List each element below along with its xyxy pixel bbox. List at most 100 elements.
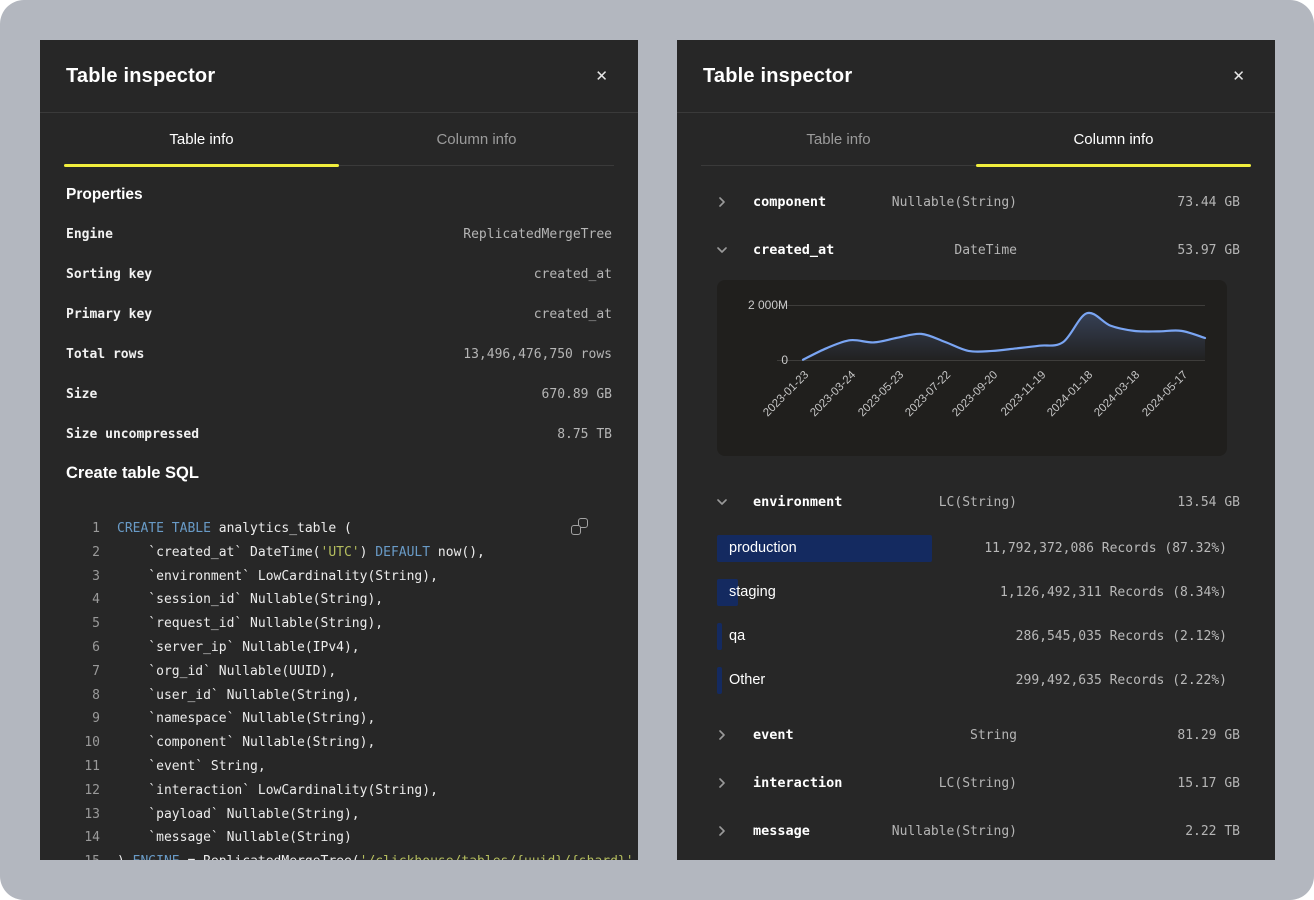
close-icon[interactable]: ✕ bbox=[591, 65, 612, 88]
y-axis-label-zero: 0 bbox=[738, 353, 788, 367]
sql-text: `interaction` LowCardinality(String), bbox=[117, 779, 438, 803]
line-number: 1 bbox=[66, 517, 100, 541]
value-bar-track: qa bbox=[717, 623, 930, 650]
property-label: Primary key bbox=[66, 307, 152, 322]
y-axis-label-max: 2 000M bbox=[738, 298, 788, 312]
sql-text: ) ENGINE = ReplicatedMergeTree('/clickho… bbox=[117, 850, 634, 860]
property-row: Total rows13,496,476,750 rows bbox=[66, 334, 612, 374]
chart-area-fill bbox=[803, 313, 1205, 360]
column-row-message[interactable]: messageNullable(String)2.22 TB bbox=[717, 807, 1240, 855]
column-name: interaction bbox=[753, 775, 857, 791]
sql-line: 10 `component` Nullable(String), bbox=[66, 731, 612, 755]
sql-text: `event` String, bbox=[117, 755, 266, 779]
copy-button[interactable] bbox=[571, 518, 588, 535]
column-row-created_at[interactable]: created_atDateTime53.97 GB bbox=[717, 226, 1240, 274]
value-records: 299,492,635 Records (2.22%) bbox=[930, 673, 1240, 688]
chevron-right-icon[interactable] bbox=[717, 778, 727, 788]
value-label: staging bbox=[729, 584, 776, 600]
tab-table-info[interactable]: Table info bbox=[701, 113, 976, 165]
column-type: Nullable(String) bbox=[857, 824, 1017, 839]
value-bar bbox=[717, 667, 722, 694]
sql-text: CREATE TABLE analytics_table ( bbox=[117, 517, 352, 541]
sql-line: 15) ENGINE = ReplicatedMergeTree('/click… bbox=[66, 850, 612, 860]
tab-bar: Table info Column info bbox=[701, 113, 1251, 166]
column-name: event bbox=[753, 727, 857, 743]
column-size: 81.29 GB bbox=[1017, 728, 1240, 743]
line-number: 8 bbox=[66, 684, 100, 708]
tab-table-info[interactable]: Table info bbox=[64, 113, 339, 165]
sql-line: 4 `session_id` Nullable(String), bbox=[66, 588, 612, 612]
sql-text: `component` Nullable(String), bbox=[117, 731, 375, 755]
chevron-right-icon[interactable] bbox=[717, 826, 727, 836]
line-number: 11 bbox=[66, 755, 100, 779]
x-axis-label: 2024-03-18 bbox=[1092, 369, 1142, 419]
sql-code-block: 1CREATE TABLE analytics_table (2 `create… bbox=[66, 517, 612, 860]
table-inspector-dialog-right: Table inspector ✕ Table info Column info… bbox=[677, 40, 1275, 860]
sql-line: 13 `payload` Nullable(String), bbox=[66, 803, 612, 827]
line-number: 9 bbox=[66, 707, 100, 731]
table-inspector-dialog-left: Table inspector ✕ Table info Column info… bbox=[40, 40, 638, 860]
line-number: 15 bbox=[66, 850, 100, 860]
chevron-right-icon[interactable] bbox=[717, 197, 727, 207]
column-type: LC(String) bbox=[857, 495, 1017, 510]
column-row-event[interactable]: eventString81.29 GB bbox=[717, 711, 1240, 759]
sql-text: `namespace` Nullable(String), bbox=[117, 707, 375, 731]
tab-column-info[interactable]: Column info bbox=[339, 113, 614, 165]
column-name: message bbox=[753, 823, 857, 839]
line-number: 5 bbox=[66, 612, 100, 636]
value-row-qa: qa 286,545,035 Records (2.12%) bbox=[717, 614, 1240, 658]
chevron-down-icon[interactable] bbox=[717, 245, 727, 255]
properties-heading: Properties bbox=[66, 186, 612, 204]
line-number: 2 bbox=[66, 541, 100, 565]
value-records: 286,545,035 Records (2.12%) bbox=[930, 629, 1240, 644]
sql-text: `created_at` DateTime('UTC') DEFAULT now… bbox=[117, 541, 485, 565]
sql-line: 7 `org_id` Nullable(UUID), bbox=[66, 660, 612, 684]
column-type: String bbox=[857, 728, 1017, 743]
create-table-sql-heading: Create table SQL bbox=[66, 464, 612, 483]
sql-line: 6 `server_ip` Nullable(IPv4), bbox=[66, 636, 612, 660]
tab-column-info[interactable]: Column info bbox=[976, 113, 1251, 165]
copy-icon bbox=[571, 518, 588, 535]
value-label: qa bbox=[729, 628, 745, 644]
column-info-body: componentNullable(String)73.44 GBcreated… bbox=[677, 166, 1275, 860]
sql-text: `user_id` Nullable(String), bbox=[117, 684, 360, 708]
line-number: 7 bbox=[66, 660, 100, 684]
environment-values: production 11,792,372,086 Records (87.32%… bbox=[717, 526, 1240, 702]
chevron-down-icon[interactable] bbox=[717, 497, 727, 507]
value-row-production: production 11,792,372,086 Records (87.32%… bbox=[717, 526, 1240, 570]
close-icon[interactable]: ✕ bbox=[1228, 65, 1249, 88]
area-line-chart bbox=[803, 305, 1205, 363]
column-row-interaction[interactable]: interactionLC(String)15.17 GB bbox=[717, 759, 1240, 807]
chevron-right-icon[interactable] bbox=[717, 730, 727, 740]
column-size: 2.22 TB bbox=[1017, 824, 1240, 839]
value-row-staging: staging1,126,492,311 Records (8.34%) bbox=[717, 570, 1240, 614]
property-row: Engine ReplicatedMergeTree bbox=[66, 214, 612, 254]
property-value: created_at bbox=[534, 267, 612, 282]
sql-line: 12 `interaction` LowCardinality(String), bbox=[66, 779, 612, 803]
property-label: Engine bbox=[66, 227, 113, 242]
property-label: Size uncompressed bbox=[66, 427, 199, 442]
property-value: created_at bbox=[534, 307, 612, 322]
sql-text: `server_ip` Nullable(IPv4), bbox=[117, 636, 360, 660]
sql-line: 3 `environment` LowCardinality(String), bbox=[66, 565, 612, 589]
column-size: 15.17 GB bbox=[1017, 776, 1240, 791]
line-number: 10 bbox=[66, 731, 100, 755]
x-axis-label: 2023-01-23 bbox=[761, 369, 811, 419]
property-value: 13,496,476,750 rows bbox=[463, 347, 612, 362]
sql-line: 1 CREATE TABLE analytics_table ( bbox=[66, 517, 612, 541]
dialog-header: Table inspector ✕ bbox=[677, 40, 1275, 113]
dialog-title: Table inspector bbox=[703, 65, 852, 88]
x-axis-label: 2024-05-17 bbox=[1140, 369, 1190, 419]
column-row-environment[interactable]: environmentLC(String)13.54 GB bbox=[717, 478, 1240, 526]
sql-line: 2 `created_at` DateTime('UTC') DEFAULT n… bbox=[66, 541, 612, 565]
property-value: ReplicatedMergeTree bbox=[463, 227, 612, 242]
tab-bar: Table info Column info bbox=[64, 113, 614, 166]
column-row-component[interactable]: componentNullable(String)73.44 GB bbox=[717, 178, 1240, 226]
value-records: 11,792,372,086 Records (87.32%) bbox=[930, 541, 1240, 556]
value-bar-track: staging bbox=[717, 579, 930, 606]
property-value: 670.89 GB bbox=[542, 387, 612, 402]
dialog-title: Table inspector bbox=[66, 65, 215, 88]
x-axis-label: 2023-05-23 bbox=[856, 369, 906, 419]
line-number: 3 bbox=[66, 565, 100, 589]
value-label: production bbox=[729, 540, 797, 556]
